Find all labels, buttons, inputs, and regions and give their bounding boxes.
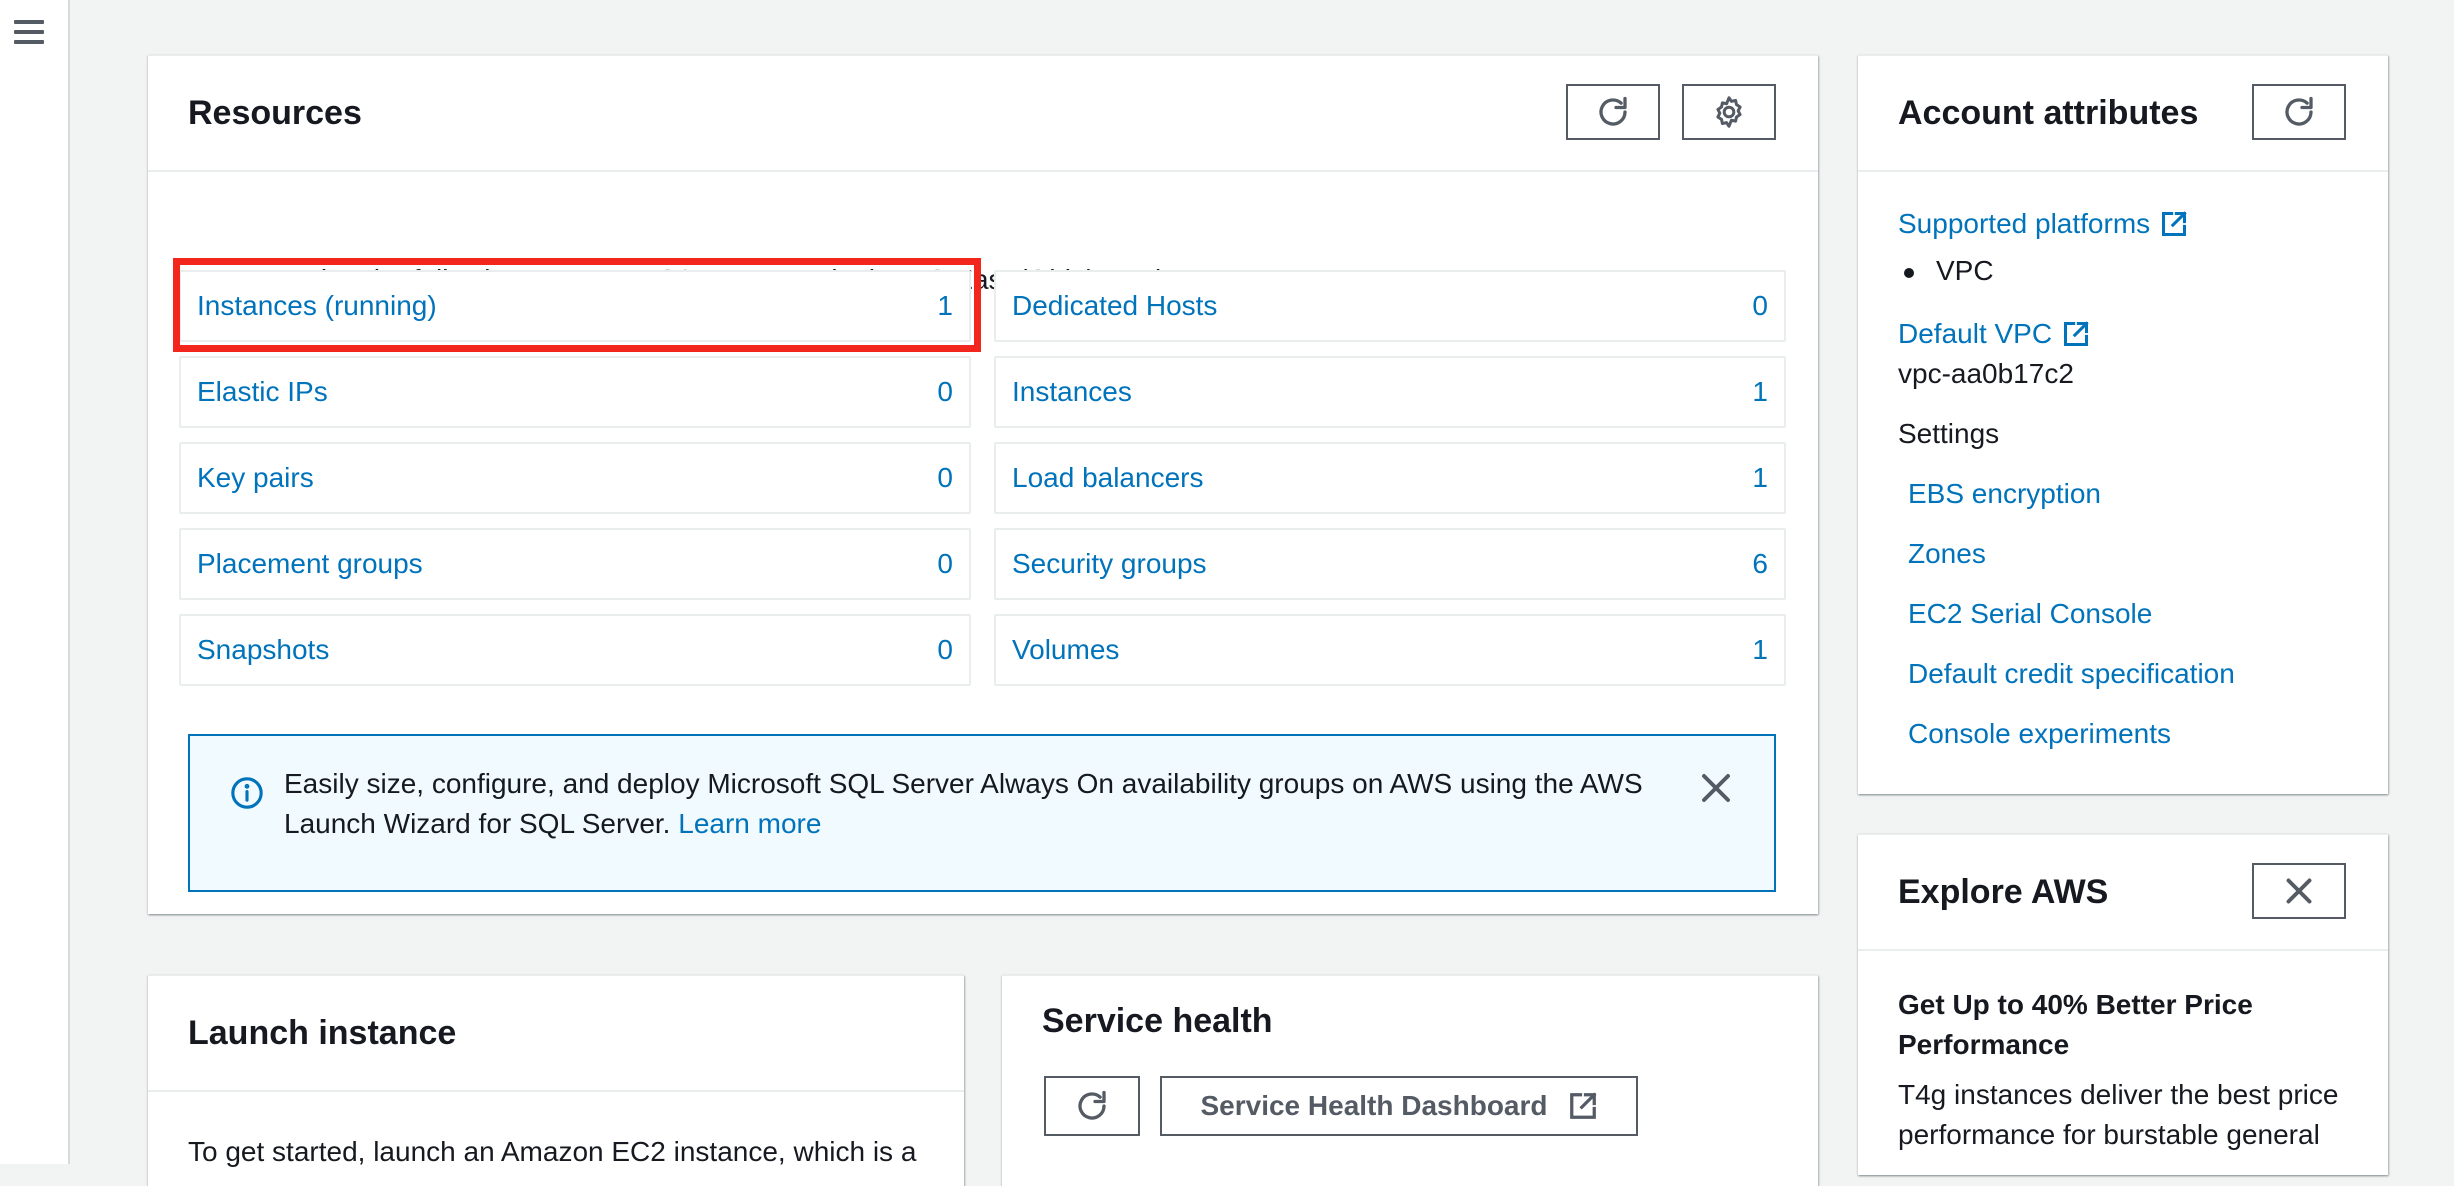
gear-icon [1716, 96, 1742, 128]
resources-title: Resources [188, 94, 362, 132]
promo-text: T4g instances deliver the best price per… [1898, 1079, 2339, 1150]
resource-placement-groups[interactable]: Placement groups 0 [179, 528, 971, 600]
left-nav-rail [0, 0, 70, 1164]
resource-label: Dedicated Hosts [1012, 290, 1218, 321]
resource-label: Security groups [1012, 548, 1207, 579]
resource-snapshots[interactable]: Snapshots 0 [179, 614, 971, 686]
resource-count: 1 [1752, 634, 1768, 665]
resource-label: Instances (running) [197, 290, 437, 321]
resource-label: Load balancers [1012, 462, 1204, 493]
resource-count: 0 [1752, 290, 1768, 321]
platform-list-item: VPC [1904, 255, 1994, 287]
external-link-icon [2064, 321, 2089, 347]
learn-more-link[interactable]: Learn more [678, 808, 821, 839]
resource-elastic-ips[interactable]: Elastic IPs 0 [179, 356, 971, 428]
account-refresh-button[interactable] [2252, 84, 2346, 140]
refresh-icon [1078, 1090, 1106, 1120]
close-icon[interactable] [1698, 770, 1734, 806]
resources-header: Resources [148, 56, 1818, 172]
resource-load-balancers[interactable]: Load balancers 1 [994, 442, 1786, 514]
explore-aws-title: Explore AWS [1898, 873, 2109, 911]
resources-refresh-button[interactable] [1566, 84, 1660, 140]
settings-label: Settings [1898, 418, 2000, 449]
hamburger-menu-icon[interactable] [14, 20, 44, 50]
service-health-dashboard-button[interactable]: Service Health Dashboard [1160, 1076, 1638, 1136]
ebs-encryption-link[interactable]: EBS encryption [1908, 478, 2101, 510]
resource-count: 0 [937, 462, 953, 493]
resource-count: 0 [937, 376, 953, 407]
refresh-icon [2285, 96, 2313, 126]
explore-aws-header: Explore AWS [1858, 835, 2388, 951]
supported-platforms-link[interactable]: Supported platforms [1898, 208, 2188, 240]
resource-label: Volumes [1012, 634, 1120, 665]
default-credit-specification-link[interactable]: Default credit specification [1908, 658, 2235, 690]
service-health-title: Service health [1042, 1002, 1273, 1040]
info-icon [231, 777, 263, 809]
promo-title: Get Up to 40% Better Price Performance [1898, 989, 2253, 1060]
service-health-panel: Service health Service Health Dashboard [1002, 975, 1818, 1186]
bullet [1904, 267, 1914, 278]
external-link-icon [1569, 1092, 1597, 1119]
zones-link[interactable]: Zones [1908, 538, 1986, 570]
account-attributes-panel: Account attributes Supported platforms V… [1858, 55, 2388, 794]
resource-count: 6 [1752, 548, 1768, 579]
default-vpc-link[interactable]: Default VPC [1898, 318, 2090, 350]
resource-count: 1 [937, 290, 953, 321]
console-experiments-link[interactable]: Console experiments [1908, 718, 2171, 750]
resource-instances-running[interactable]: Instances (running) 1 [179, 270, 971, 342]
close-icon [2286, 878, 2312, 904]
resource-dedicated-hosts[interactable]: Dedicated Hosts 0 [994, 270, 1786, 342]
explore-close-button[interactable] [2252, 863, 2346, 919]
resource-count: 1 [1752, 376, 1768, 407]
resource-count: 0 [937, 548, 953, 579]
resource-count: 0 [937, 634, 953, 665]
launch-instance-title: Launch instance [188, 1014, 457, 1052]
vpc-id-value: vpc-aa0b17c2 [1898, 358, 2074, 389]
resources-panel: Resources You are using the following Am… [148, 55, 1818, 914]
info-alert-text: Easily size, configure, and deploy Micro… [284, 764, 1644, 844]
launch-instance-panel: Launch instance To get started, launch a… [148, 975, 964, 1186]
resource-label: Elastic IPs [197, 376, 328, 407]
resources-settings-button[interactable] [1682, 84, 1776, 140]
resource-security-groups[interactable]: Security groups 6 [994, 528, 1786, 600]
launch-instance-text: To get started, launch an Amazon EC2 ins… [188, 1136, 917, 1167]
refresh-icon [1599, 96, 1627, 126]
resource-instances[interactable]: Instances 1 [994, 356, 1786, 428]
platform-value: VPC [1936, 255, 1994, 286]
resource-label: Placement groups [197, 548, 423, 579]
resource-label: Key pairs [197, 462, 314, 493]
resource-volumes[interactable]: Volumes 1 [994, 614, 1786, 686]
default-vpc-label: Default VPC [1898, 318, 2053, 349]
account-attributes-header: Account attributes [1858, 56, 2388, 172]
ec2-serial-console-link[interactable]: EC2 Serial Console [1908, 598, 2152, 630]
resource-label: Instances [1012, 376, 1132, 407]
info-alert-message: Easily size, configure, and deploy Micro… [284, 768, 1643, 839]
sql-server-info-alert: Easily size, configure, and deploy Micro… [188, 734, 1776, 892]
explore-aws-panel: Explore AWS Get Up to 40% Better Price P… [1858, 834, 2388, 1175]
resource-key-pairs[interactable]: Key pairs 0 [179, 442, 971, 514]
supported-platforms-label: Supported platforms [1898, 208, 2151, 239]
service-health-refresh-button[interactable] [1044, 1076, 1140, 1136]
resource-label: Snapshots [197, 634, 330, 665]
dashboard-button-label: Service Health Dashboard [1200, 1090, 1548, 1121]
account-attributes-title: Account attributes [1898, 94, 2199, 132]
external-link-icon [2162, 211, 2187, 237]
resource-count: 1 [1752, 462, 1768, 493]
launch-instance-header: Launch instance [148, 976, 964, 1092]
